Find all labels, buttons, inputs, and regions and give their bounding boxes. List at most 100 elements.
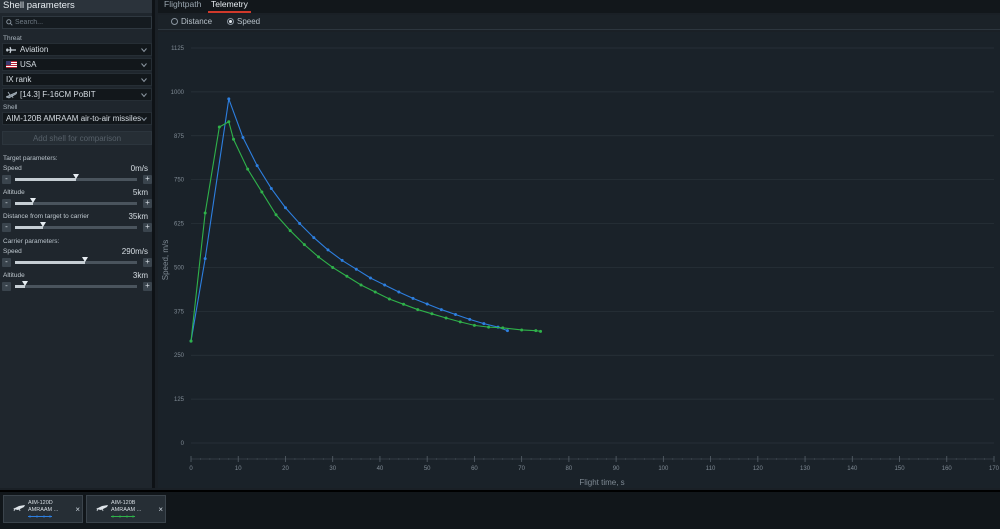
data-point <box>227 120 231 124</box>
carrier-speed-slider[interactable]: - + <box>2 257 152 267</box>
decrement-button[interactable]: - <box>2 223 11 232</box>
decrement-button[interactable]: - <box>2 258 11 267</box>
card-shell-name: AIM-120B AMRAAM ... <box>111 500 142 513</box>
threat-category-select[interactable]: Aviation <box>2 43 152 56</box>
series-legend-line <box>28 515 52 518</box>
threat-rank-select[interactable]: IX rank <box>2 73 152 86</box>
data-point <box>312 236 316 240</box>
decrement-button[interactable]: - <box>2 282 11 291</box>
chevron-down-icon <box>141 48 147 53</box>
x-tick-label: 130 <box>800 466 811 472</box>
threat-nation-select[interactable]: USA <box>2 58 152 71</box>
missile-icon <box>96 505 108 512</box>
data-point <box>241 136 245 140</box>
slider-track[interactable] <box>15 281 137 288</box>
slider-thumb[interactable] <box>21 281 28 286</box>
target-distance-slider[interactable]: - + <box>2 222 152 232</box>
metric-radio-group: Distance Speed <box>158 15 1000 30</box>
data-point <box>430 312 434 316</box>
x-tick-label: 170 <box>989 466 1000 472</box>
tab-telemetry[interactable]: Telemetry <box>208 0 251 13</box>
increment-button[interactable]: + <box>143 223 152 232</box>
slider-thumb[interactable] <box>73 174 79 179</box>
data-point <box>203 211 207 215</box>
data-point <box>255 164 259 168</box>
slider-track[interactable] <box>15 222 137 229</box>
add-shell-comparison-button[interactable]: Add shell for comparison <box>2 131 152 145</box>
chevron-down-icon <box>141 117 147 122</box>
shell-select[interactable]: AIM-120B AMRAAM air-to-air missiles <box>2 112 152 125</box>
data-point <box>354 267 358 271</box>
radio-distance[interactable]: Distance <box>171 17 212 26</box>
data-point <box>425 302 429 306</box>
x-tick-label: 150 <box>895 466 906 472</box>
close-icon[interactable]: × <box>75 505 80 514</box>
increment-button[interactable]: + <box>143 175 152 184</box>
data-point <box>298 222 302 226</box>
target-distance-label: Distance from target to carrier <box>3 213 89 220</box>
data-point <box>260 190 264 194</box>
data-point <box>387 297 391 301</box>
data-point <box>288 229 292 233</box>
decrement-button[interactable]: - <box>2 199 11 208</box>
y-tick-label: 625 <box>174 222 185 228</box>
search-box[interactable] <box>2 16 152 29</box>
threat-vehicle-select[interactable]: [14.3] F-16CM PoBIT <box>2 88 152 101</box>
data-point <box>454 312 458 316</box>
slider-track[interactable] <box>15 198 137 205</box>
decrement-button[interactable]: - <box>2 175 11 184</box>
data-point <box>340 258 344 262</box>
x-tick-label: 100 <box>658 466 669 472</box>
carrier-parameters-label: Carrier parameters: <box>3 238 60 245</box>
target-speed-slider[interactable]: - + <box>2 174 152 184</box>
target-distance-value: 35km <box>128 212 148 221</box>
slider-track[interactable] <box>15 257 137 264</box>
close-icon[interactable]: × <box>158 505 163 514</box>
data-point <box>274 213 278 217</box>
slider-thumb[interactable] <box>40 222 47 227</box>
card-shell-name: AIM-120D AMRAAM ... <box>28 500 59 513</box>
target-parameters-label: Target parameters: <box>3 155 58 162</box>
slider-thumb[interactable] <box>30 198 37 203</box>
data-point <box>505 329 509 333</box>
radio-distance-label: Distance <box>181 17 213 26</box>
data-point <box>487 325 491 329</box>
jet-icon <box>6 91 17 99</box>
target-altitude-slider[interactable]: - + <box>2 198 152 208</box>
comparison-card[interactable]: AIM-120D AMRAAM ... × <box>3 495 83 523</box>
search-input[interactable] <box>15 19 145 26</box>
slider-track[interactable] <box>15 174 137 181</box>
radio-speed[interactable]: Speed <box>227 17 260 26</box>
data-point <box>444 316 448 320</box>
data-point <box>439 308 443 312</box>
comparison-bar: AIM-120D AMRAAM ... × AIM-120B AMRAAM ..… <box>0 490 1000 529</box>
carrier-altitude-value: 3km <box>132 271 148 280</box>
data-point <box>458 320 462 324</box>
threat-vehicle-value: [14.3] F-16CM PoBIT <box>20 90 96 99</box>
data-point <box>472 323 476 327</box>
slider-thumb[interactable] <box>81 257 88 262</box>
carrier-altitude-slider[interactable]: - + <box>2 281 152 291</box>
increment-button[interactable]: + <box>143 282 152 291</box>
search-icon <box>6 19 13 26</box>
carrier-speed-value: 290m/s <box>121 247 148 256</box>
y-tick-label: 875 <box>174 134 185 140</box>
chevron-down-icon <box>141 78 147 83</box>
x-tick-label: 50 <box>424 466 431 472</box>
data-point <box>534 329 538 333</box>
shell-parameters-panel: Shell parameters Threat Aviation USA IX … <box>0 0 155 488</box>
comparison-card[interactable]: AIM-120B AMRAAM ... × <box>86 495 166 523</box>
y-tick-label: 750 <box>174 178 185 184</box>
increment-button[interactable]: + <box>143 258 152 267</box>
x-tick-label: 20 <box>282 466 289 472</box>
data-point <box>416 308 420 312</box>
target-altitude-value: 5km <box>132 188 148 197</box>
slider-fill <box>15 261 85 264</box>
plane-icon <box>6 46 17 54</box>
data-point <box>520 328 524 332</box>
tab-flightpath[interactable]: Flightpath <box>161 0 204 13</box>
increment-button[interactable]: + <box>143 199 152 208</box>
threat-rank-value: IX rank <box>6 75 32 84</box>
y-tick-label: 375 <box>174 309 185 315</box>
x-tick-label: 60 <box>471 466 478 472</box>
